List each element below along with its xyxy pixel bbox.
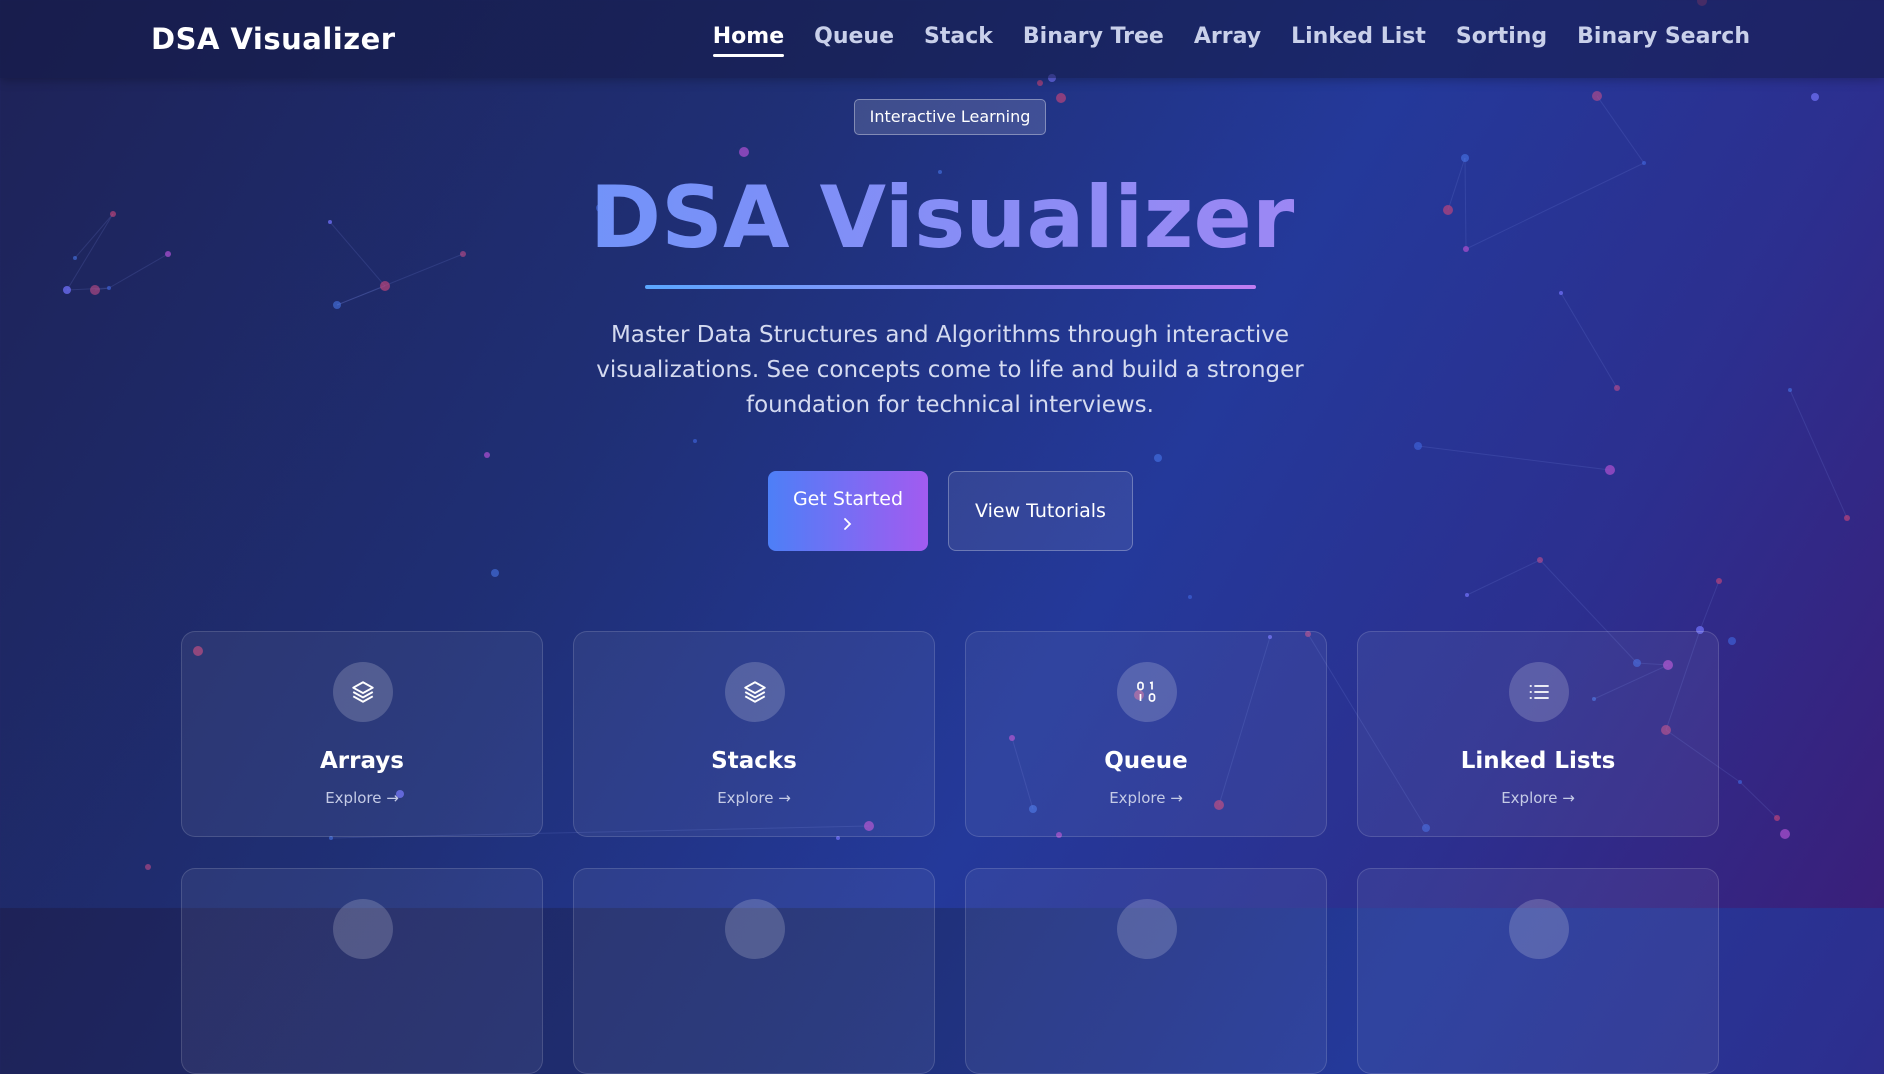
particle-link — [1789, 389, 1848, 519]
particle-dot — [1788, 388, 1792, 392]
card-title: Linked Lists — [1460, 748, 1616, 774]
card-icon-placeholder — [1117, 899, 1177, 959]
particle-dot — [90, 285, 100, 295]
particle-dot — [63, 286, 71, 294]
get-started-label: Get Started — [792, 488, 904, 510]
particle-dot — [484, 452, 490, 458]
nav-link-array[interactable]: Array — [1194, 24, 1261, 57]
particle-dot — [333, 301, 341, 309]
get-started-button[interactable]: Get Started — [768, 471, 928, 551]
card-title: Queue — [1104, 748, 1188, 774]
particle-dot — [1465, 593, 1469, 597]
nav-link-sorting[interactable]: Sorting — [1456, 24, 1547, 57]
card-partial-1[interactable] — [181, 868, 543, 1074]
nav-links: Home Queue Stack Binary Tree Array Linke… — [712, 24, 1750, 57]
layers-icon — [333, 662, 393, 722]
card-linked-lists[interactable]: Linked Lists Explore → — [1357, 631, 1719, 837]
particle-link — [1596, 95, 1645, 164]
particle-link — [1699, 580, 1720, 631]
navbar: DSA Visualizer Home Queue Stack Binary T… — [0, 0, 1884, 78]
list-icon — [1509, 662, 1569, 722]
card-partial-3[interactable] — [965, 868, 1327, 1074]
nav-link-linked-list[interactable]: Linked List — [1291, 24, 1426, 57]
particle-dot — [1738, 780, 1742, 784]
particle-link — [1466, 559, 1541, 596]
interactive-learning-badge: Interactive Learning — [854, 99, 1046, 135]
particle-dot — [145, 864, 151, 870]
particle-dot — [1461, 154, 1469, 162]
particle-dot — [1188, 595, 1192, 599]
particle-dot — [1614, 385, 1620, 391]
layers-icon — [725, 662, 785, 722]
particle-dot — [491, 569, 499, 577]
nav-link-home[interactable]: Home — [712, 24, 785, 57]
nav-link-stack[interactable]: Stack — [924, 24, 993, 57]
particle-dot — [1811, 93, 1819, 101]
particle-dot — [1728, 637, 1736, 645]
explore-link[interactable]: Explore → — [1358, 789, 1718, 807]
nav-link-queue[interactable]: Queue — [814, 24, 894, 57]
hero-title: DSA Visualizer — [0, 168, 1884, 268]
card-partial-2[interactable] — [573, 868, 935, 1074]
nav-link-binary-tree[interactable]: Binary Tree — [1023, 24, 1164, 57]
title-underline — [645, 285, 1256, 289]
binary-icon — [1117, 662, 1177, 722]
view-tutorials-button[interactable]: View Tutorials — [948, 471, 1133, 551]
card-icon-placeholder — [1509, 899, 1569, 959]
nav-link-binary-search[interactable]: Binary Search — [1577, 24, 1750, 57]
explore-link[interactable]: Explore → — [966, 789, 1326, 807]
chevron-right-icon — [768, 513, 928, 537]
particle-link — [1417, 445, 1611, 471]
card-partial-4[interactable] — [1357, 868, 1719, 1074]
particle-dot — [1774, 815, 1780, 821]
particle-dot — [107, 286, 111, 290]
particle-link — [1560, 292, 1618, 389]
card-icon-placeholder — [725, 899, 785, 959]
brand-logo[interactable]: DSA Visualizer — [151, 22, 396, 56]
card-title: Stacks — [711, 748, 797, 774]
particle-dot — [1056, 93, 1066, 103]
explore-link[interactable]: Explore → — [182, 789, 542, 807]
particle-dot — [380, 281, 390, 291]
particle-dot — [1605, 465, 1615, 475]
card-title: Arrays — [320, 748, 404, 774]
particle-dot — [1844, 515, 1850, 521]
particle-dot — [1592, 91, 1602, 101]
particle-dot — [739, 147, 749, 157]
particle-dot — [693, 439, 697, 443]
particle-dot — [1559, 291, 1563, 295]
particle-dot — [1780, 829, 1790, 839]
particle-dot — [1537, 557, 1543, 563]
particle-dot — [1716, 578, 1722, 584]
card-icon-placeholder — [333, 899, 393, 959]
explore-link[interactable]: Explore → — [574, 789, 934, 807]
particle-dot — [1414, 442, 1422, 450]
particle-dot — [1037, 80, 1043, 86]
card-queue[interactable]: Queue Explore → — [965, 631, 1327, 837]
card-stacks[interactable]: Stacks Explore → — [573, 631, 935, 837]
hero-description: Master Data Structures and Algorithms th… — [596, 322, 1304, 418]
particle-dot — [1642, 161, 1646, 165]
particle-link — [1739, 781, 1778, 819]
particle-dot — [1154, 454, 1162, 462]
card-arrays[interactable]: Arrays Explore → — [181, 631, 543, 837]
